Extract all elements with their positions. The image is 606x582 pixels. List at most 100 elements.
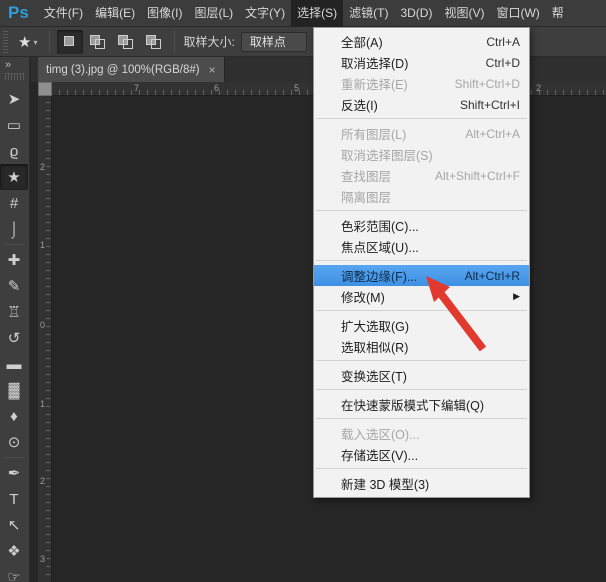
- menu-item[interactable]: 调整边缘(F)... Alt+Ctrl+R: [314, 265, 529, 286]
- healing-brush-tool[interactable]: ✚: [0, 247, 28, 273]
- h-ruler-number: 2: [536, 83, 542, 93]
- hand-tool-icon: ☞: [7, 569, 21, 582]
- menu-item[interactable]: 存储选区(V)...: [314, 444, 529, 465]
- crop-tool[interactable]: #: [0, 190, 28, 216]
- menu-item-label: 在快速蒙版模式下编辑(Q): [341, 399, 485, 413]
- menu-item-shortcut: Alt+Ctrl+R: [464, 268, 520, 283]
- menu-item: 隔离图层: [314, 186, 529, 207]
- blur-tool[interactable]: ♦: [0, 403, 28, 429]
- menu-item[interactable]: 反选(I) Shift+Ctrl+I: [314, 94, 529, 115]
- menu-item-shortcut: Ctrl+A: [486, 34, 520, 49]
- menubar-item-1[interactable]: 文件(F): [38, 0, 89, 27]
- menu-separator: [316, 310, 527, 311]
- ruler-origin-box[interactable]: [38, 82, 52, 96]
- menu-item-shortcut: Alt+Ctrl+A: [465, 126, 520, 141]
- menu-bar: Ps 文件(F) 编辑(E) 图像(I) 图层(L) 文字(Y) 选择(S) 滤镜(T) 3D…: [0, 0, 606, 27]
- history-brush-tool[interactable]: ↺: [0, 325, 28, 351]
- pen-tool[interactable]: ✒: [0, 460, 28, 486]
- menu-item: 取消选择图层(S): [314, 144, 529, 165]
- menu-separator: [316, 260, 527, 261]
- subtract-from-selection-button[interactable]: [113, 30, 139, 54]
- h-ruler-number: 7: [134, 83, 140, 93]
- menubar-item-2[interactable]: 编辑(E): [89, 0, 141, 27]
- add-to-selection-button[interactable]: [85, 30, 111, 54]
- menubar-item-7[interactable]: 滤镜(T): [343, 0, 394, 27]
- menu-item[interactable]: 焦点区域(U)...: [314, 236, 529, 257]
- select-menu-dropdown: 全部(A) Ctrl+A 取消选择(D) Ctrl+D 重新选择(E) Shift+Ctr…: [313, 27, 530, 498]
- menubar-item-8[interactable]: 3D(D): [394, 0, 438, 27]
- magic-wand-icon[interactable]: ★: [14, 33, 33, 51]
- menu-item[interactable]: 扩大选取(G): [314, 315, 529, 336]
- menu-item-label: 反选(I): [341, 99, 378, 113]
- chevron-down-icon[interactable]: ▾: [33, 36, 43, 47]
- h-ruler-number: 6: [214, 83, 220, 93]
- menu-item[interactable]: 色彩范围(C)...: [314, 215, 529, 236]
- move-tool[interactable]: ➤: [0, 86, 28, 112]
- menu-item[interactable]: 修改(M) ▶: [314, 286, 529, 307]
- menu-item-label: 取消选择图层(S): [341, 149, 433, 163]
- collapse-panel-icon[interactable]: »: [0, 57, 29, 71]
- menubar-item-11[interactable]: 帮: [546, 0, 570, 27]
- menu-item-shortcut: Shift+Ctrl+I: [459, 97, 520, 112]
- menubar-item-5[interactable]: 文字(Y): [239, 0, 291, 27]
- menubar-item-3[interactable]: 图像(I): [141, 0, 188, 27]
- clone-stamp-tool-icon: ♖: [7, 304, 21, 321]
- lasso-tool[interactable]: ϱ: [0, 138, 28, 164]
- sample-size-select[interactable]: 取样点: [240, 31, 307, 52]
- rectangular-marquee-tool[interactable]: ▭: [0, 112, 28, 138]
- clone-stamp-tool[interactable]: ♖: [0, 299, 28, 325]
- menu-item-label: 新建 3D 模型(3): [341, 478, 430, 492]
- h-ruler-number: 5: [294, 83, 300, 93]
- menu-item[interactable]: 取消选择(D) Ctrl+D: [314, 52, 529, 73]
- eyedropper-tool-icon: ⌡: [9, 220, 19, 238]
- menubar-item-10[interactable]: 窗口(W): [490, 0, 545, 27]
- menu-item-shortcut: Shift+Ctrl+D: [454, 76, 520, 91]
- menu-item[interactable]: 全部(A) Ctrl+A: [314, 31, 529, 52]
- crop-tool-icon: #: [9, 194, 19, 212]
- intersect-selection-button[interactable]: [141, 30, 167, 54]
- eraser-tool[interactable]: ▬: [0, 351, 28, 377]
- eyedropper-tool[interactable]: ⌡: [0, 216, 28, 242]
- menu-item-label: 变换选区(T): [341, 370, 407, 384]
- rectangular-marquee-tool-icon: ▭: [6, 117, 22, 134]
- brush-tool[interactable]: ✎: [0, 273, 28, 299]
- toolbar-group-separator: [4, 244, 25, 245]
- menu-separator: [316, 418, 527, 419]
- magic-wand-tool-icon: ★: [7, 169, 21, 186]
- menubar-item-4[interactable]: 图层(L): [188, 0, 239, 27]
- menu-item-label: 查找图层: [341, 170, 392, 184]
- photoshop-logo: Ps: [8, 3, 29, 22]
- v-ruler-number: 2: [40, 162, 46, 172]
- menu-item[interactable]: 选取相似(R): [314, 336, 529, 357]
- hand-tool[interactable]: ☞: [0, 564, 28, 582]
- path-selection-tool[interactable]: ↖: [0, 512, 28, 538]
- magic-wand-tool[interactable]: ★: [0, 164, 28, 190]
- menubar-item-9[interactable]: 视图(V): [438, 0, 490, 27]
- document-tab-title: timg (3).jpg @ 100%(RGB/8#): [46, 63, 200, 76]
- custom-shape-tool[interactable]: ❖: [0, 538, 28, 564]
- menu-item[interactable]: 变换选区(T): [314, 365, 529, 386]
- blur-tool-icon: ♦: [10, 407, 18, 425]
- menu-item-label: 重新选择(E): [341, 78, 408, 92]
- menubar-item-6[interactable]: 选择(S): [291, 0, 344, 27]
- gradient-tool[interactable]: ▓: [0, 377, 28, 403]
- menu-item-label: 所有图层(L): [341, 128, 407, 142]
- menu-item[interactable]: 在快速蒙版模式下编辑(Q): [314, 394, 529, 415]
- eraser-tool-icon: ▬: [6, 355, 22, 373]
- menu-item[interactable]: 新建 3D 模型(3): [314, 473, 529, 494]
- tool-panel: » ➤ ▭ ϱ ★ # ⌡ ✚ ✎ ♖ ↺ ▬ ▓ ♦ ⊙ ✒ T ↖ ❖ ☞: [0, 57, 30, 582]
- dodge-tool-icon: ⊙: [7, 434, 21, 451]
- options-separator: [49, 30, 51, 53]
- document-tab[interactable]: timg (3).jpg @ 100%(RGB/8#) ×: [38, 57, 225, 82]
- new-selection-button[interactable]: [57, 29, 84, 54]
- menu-item-label: 焦点区域(U)...: [341, 241, 419, 255]
- type-tool[interactable]: T: [0, 486, 28, 512]
- subtract-from-selection-icon: [123, 38, 134, 49]
- dodge-tool[interactable]: ⊙: [0, 429, 28, 455]
- menu-item-shortcut: Alt+Shift+Ctrl+F: [434, 168, 520, 183]
- menu-item-label: 修改(M): [341, 291, 385, 305]
- menu-item: 载入选区(O)...: [314, 423, 529, 444]
- tab-close-icon[interactable]: ×: [209, 64, 216, 76]
- move-tool-icon: ➤: [7, 91, 21, 108]
- brush-tool-icon: ✎: [7, 278, 21, 295]
